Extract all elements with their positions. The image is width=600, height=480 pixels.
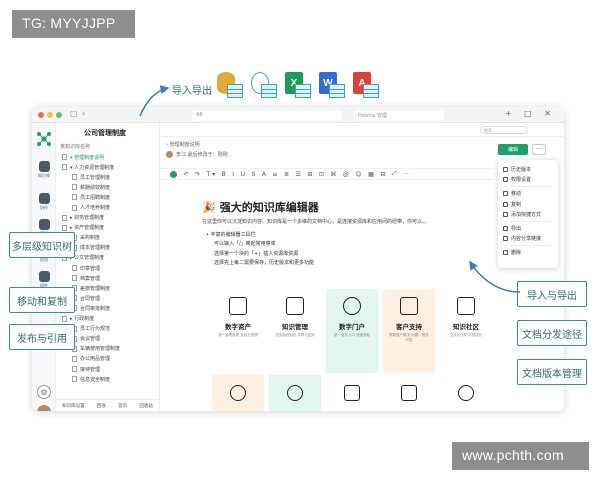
annotation-arrows bbox=[139, 85, 521, 293]
arrow-export bbox=[139, 85, 170, 117]
arrow-import-export bbox=[469, 260, 521, 293]
